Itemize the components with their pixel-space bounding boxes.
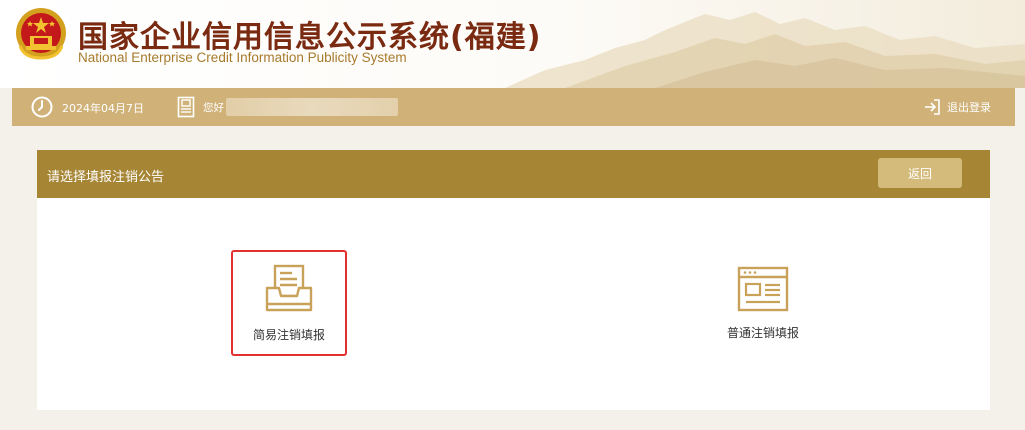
simple-deregistration-label: 简易注销填报	[252, 328, 325, 342]
panel-body: 简易注销填报 普通注销填报	[37, 198, 990, 410]
redacted-username	[226, 98, 398, 116]
inbox-tray-icon	[265, 264, 313, 312]
clock-icon	[31, 96, 53, 118]
panel-header: 请选择填报注销公告 返回	[37, 150, 990, 198]
mountain-background-icon	[505, 12, 1025, 88]
logout-label: 退出登录	[947, 101, 991, 114]
panel-title: 请选择填报注销公告	[47, 170, 165, 185]
site-subtitle: National Enterprise Credit Information P…	[78, 50, 407, 65]
web-form-icon	[737, 266, 789, 312]
normal-deregistration-label: 普通注销填报	[726, 326, 799, 340]
national-emblem-icon	[16, 8, 66, 60]
greeting-text: 您好	[203, 102, 224, 114]
current-date: 2024年04月7日	[62, 102, 144, 115]
site-header: 国家企业信用信息公示系统(福建) National Enterprise Cre…	[0, 0, 1025, 88]
document-icon	[177, 96, 195, 118]
normal-deregistration-option[interactable]: 普通注销填报	[705, 252, 821, 354]
info-bar: 2024年04月7日 您好 退出登录	[12, 88, 1015, 126]
simple-deregistration-option[interactable]: 简易注销填报	[231, 250, 347, 356]
logout-button[interactable]: 退出登录	[923, 98, 991, 116]
back-button[interactable]: 返回	[878, 158, 962, 188]
logout-icon	[925, 99, 940, 115]
